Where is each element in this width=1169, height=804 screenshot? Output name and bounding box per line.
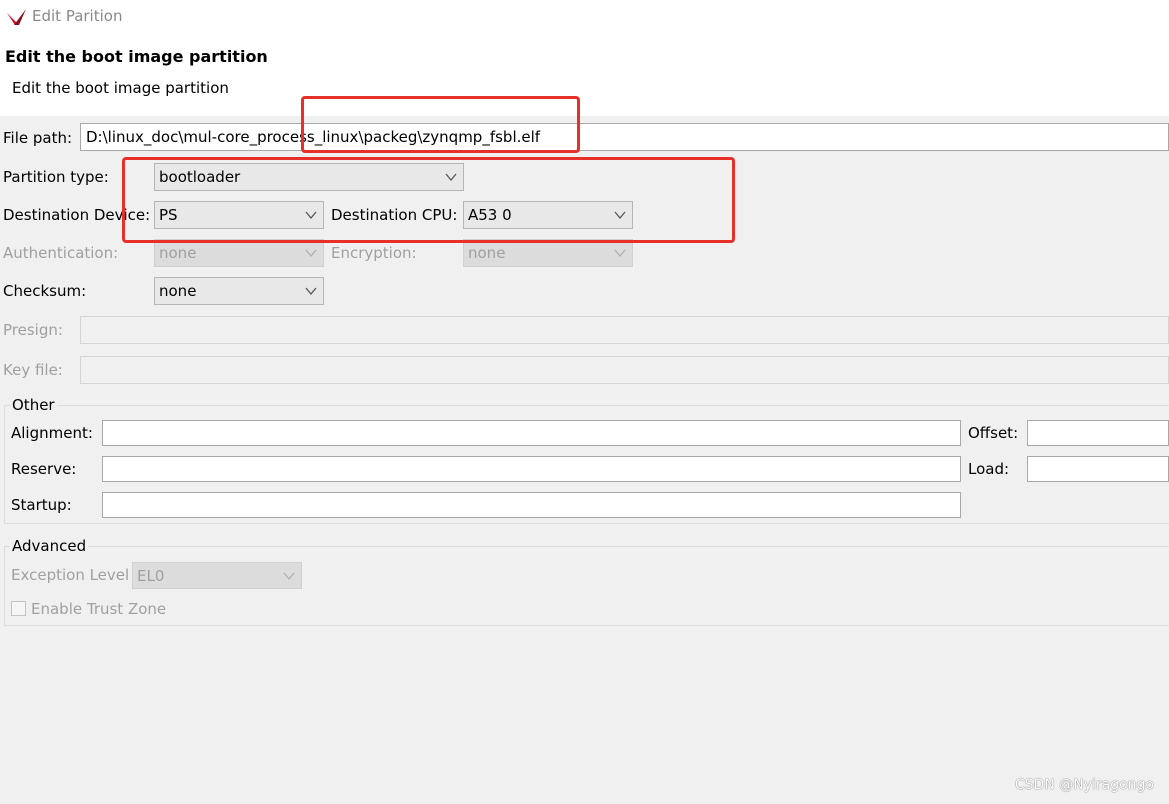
advanced-group-title: Advanced [10,537,89,555]
checksum-select[interactable]: none [154,277,324,305]
annotation-box-destination [122,157,735,243]
trust-zone-checkbox[interactable] [11,601,26,616]
load-label: Load: [968,460,1010,478]
keyfile-input [80,356,1169,384]
encryption-select: none [463,239,633,267]
reserve-label: Reserve: [11,460,77,478]
startup-label: Startup: [11,496,72,514]
dialog-description: Edit the boot image partition [12,79,229,97]
alignment-label: Alignment: [11,424,93,442]
authentication-label: Authentication: [3,244,119,262]
annotation-box-file-path [301,96,580,153]
presign-input [80,316,1169,344]
exception-level-label: Exception Level [11,566,130,584]
checksum-value: none [159,282,197,300]
exception-level-value: EL0 [137,567,165,585]
load-input[interactable] [1027,456,1169,482]
encryption-label: Encryption: [331,244,417,262]
startup-input[interactable] [102,492,961,518]
authentication-select: none [154,239,324,267]
authentication-value: none [159,244,197,262]
file-path-input[interactable]: D:\linux_doc\mul-core_process_linux\pack… [80,123,1169,151]
window-title: Edit Parition [32,7,123,25]
chevron-down-icon [614,249,626,258]
other-group-title: Other [10,396,57,414]
checksum-label: Checksum: [3,282,87,300]
presign-label: Presign: [3,321,63,339]
offset-label: Offset: [968,424,1019,442]
alignment-input[interactable] [102,420,961,446]
watermark: CSDN @Nyiragongo [1014,777,1154,793]
offset-input[interactable] [1027,420,1169,446]
partition-type-label: Partition type: [3,168,109,186]
exception-level-select: EL0 [132,562,302,589]
file-path-label: File path: [3,129,73,147]
trust-zone-label: Enable Trust Zone [31,600,167,618]
chevron-down-icon [305,287,317,296]
chevron-down-icon [283,572,295,581]
keyfile-label: Key file: [3,361,63,379]
reserve-input[interactable] [102,456,961,482]
title-bar [0,0,1169,36]
dialog-heading: Edit the boot image partition [5,47,268,66]
xilinx-logo-icon [6,7,28,27]
chevron-down-icon [305,249,317,258]
encryption-value: none [468,244,506,262]
